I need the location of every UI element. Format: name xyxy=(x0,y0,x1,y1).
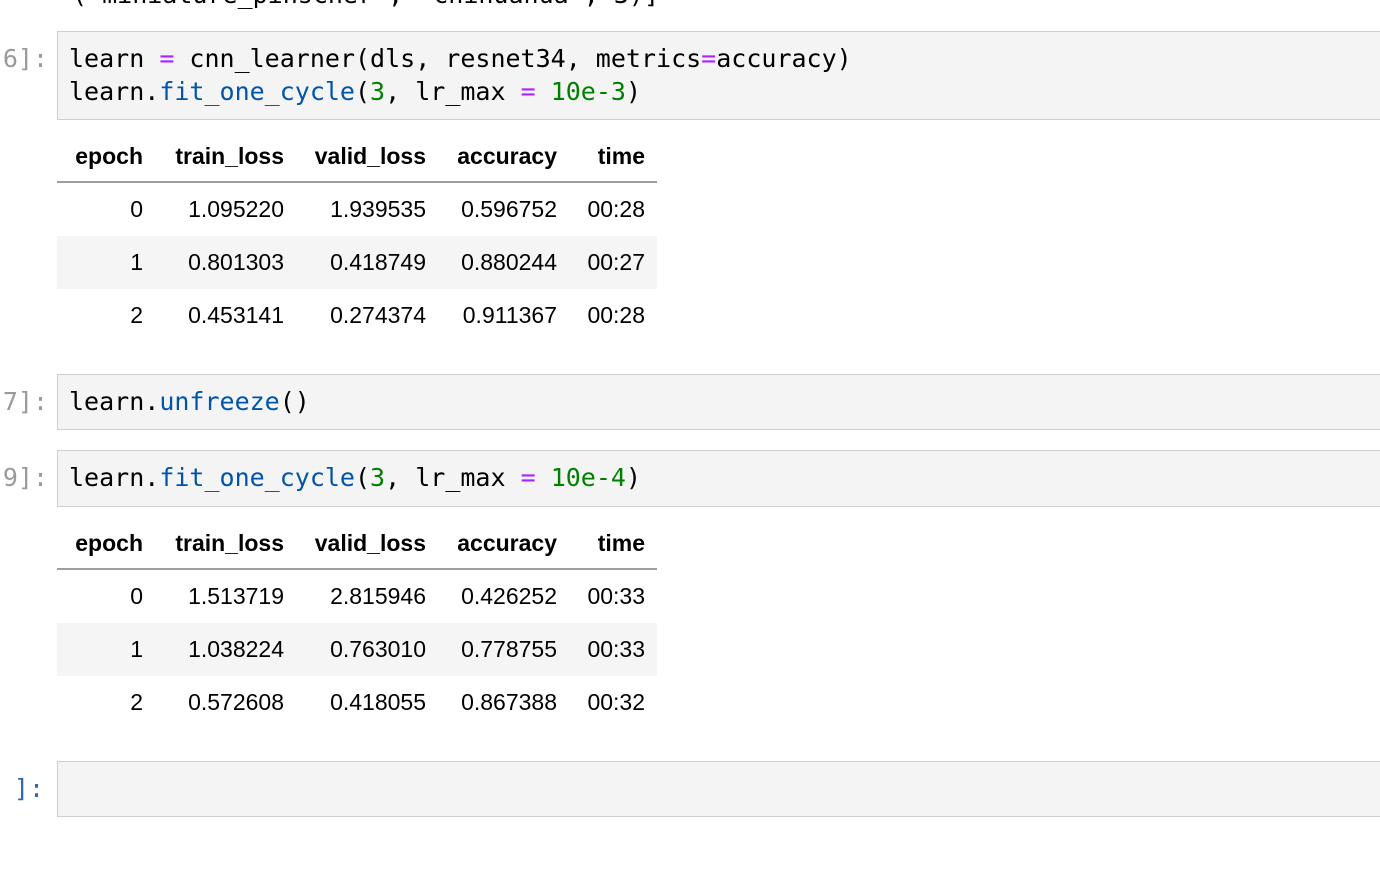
table-row: 1 0.801303 0.418749 0.880244 00:27 xyxy=(57,236,657,289)
code-line: learn.fit_one_cycle(3, lr_max = 10e-3) xyxy=(69,75,1380,108)
code-token: fit_one_cycle xyxy=(159,463,355,492)
training-results-table: epoch train_loss valid_loss accuracy time 0 1.… xyxy=(57,131,657,342)
code-editor[interactable]: learn.unfreeze() xyxy=(57,374,1380,430)
code-token: accuracy) xyxy=(716,44,852,73)
table-header-row: epoch train_loss valid_loss accuracy time xyxy=(57,518,657,570)
table-row: 2 0.453141 0.274374 0.911367 00:28 xyxy=(57,289,657,342)
cell-prompt: 6]: xyxy=(2,44,48,73)
code-token: learn. xyxy=(69,387,160,416)
table-cell-valid-loss: 2.815946 xyxy=(330,583,426,609)
code-editor[interactable] xyxy=(57,761,1380,817)
cell-prompt: ]: xyxy=(13,774,44,803)
code-token: = xyxy=(520,463,536,492)
table-row: 0 1.513719 2.815946 0.426252 00:33 xyxy=(57,569,657,623)
code-token: () xyxy=(279,387,310,416)
column-header-train-loss: train_loss xyxy=(155,518,296,570)
code-line: learn = cnn_learner(dls, resnet34, metri… xyxy=(69,42,1380,75)
table-cell-accuracy: 0.867388 xyxy=(461,689,557,715)
previous-output-line: ('miniature_pinscher', 'chihuahua', 3)] xyxy=(72,0,659,11)
table-cell-epoch: 2 xyxy=(130,689,143,715)
training-results-table: epoch train_loss valid_loss accuracy time 0 1.… xyxy=(57,518,657,729)
table-cell-valid-loss: 0.418055 xyxy=(330,689,426,715)
table-row: 1 1.038224 0.763010 0.778755 00:33 xyxy=(57,623,657,676)
column-header-train-loss: train_loss xyxy=(155,131,296,183)
code-token: ) xyxy=(625,463,642,492)
table-cell-train-loss: 0.453141 xyxy=(188,302,284,328)
table-cell-epoch: 1 xyxy=(57,236,155,289)
column-header-time: time xyxy=(569,131,657,183)
code-token: fit_one_cycle xyxy=(159,77,355,106)
table-cell-valid-loss: 0.274374 xyxy=(330,302,426,328)
table-cell-accuracy: 0.880244 xyxy=(438,236,569,289)
table-cell-time: 00:27 xyxy=(569,236,657,289)
table-cell-accuracy: 0.426252 xyxy=(461,583,557,609)
table-cell-train-loss: 1.513719 xyxy=(188,583,284,609)
code-token: , lr_max xyxy=(385,463,521,492)
table-cell-valid-loss: 0.418749 xyxy=(296,236,438,289)
column-header-epoch: epoch xyxy=(57,131,155,183)
table-cell-epoch: 2 xyxy=(130,302,143,328)
table-header-row: epoch train_loss valid_loss accuracy time xyxy=(57,131,657,183)
column-header-accuracy: accuracy xyxy=(438,131,569,183)
code-token: unfreeze xyxy=(159,387,280,416)
code-token: learn xyxy=(69,44,160,73)
code-line: learn.fit_one_cycle(3, lr_max = 10e-4) xyxy=(69,461,1380,494)
table-cell-accuracy: 0.911367 xyxy=(462,302,557,328)
table-cell-train-loss: 0.801303 xyxy=(155,236,296,289)
column-header-accuracy: accuracy xyxy=(438,518,569,570)
table-cell-time: 00:28 xyxy=(587,196,645,222)
cell-prompt: 7]: xyxy=(2,387,48,416)
table-cell-accuracy: 0.778755 xyxy=(438,623,569,676)
code-token: ) xyxy=(625,77,642,106)
column-header-time: time xyxy=(569,518,657,570)
table-cell-valid-loss: 1.939535 xyxy=(330,196,426,222)
table-cell-train-loss: 1.038224 xyxy=(155,623,296,676)
table-cell-time: 00:33 xyxy=(587,583,645,609)
code-token: 10e-4 xyxy=(550,463,626,492)
cell-prompt: 9]: xyxy=(2,463,48,492)
column-header-epoch: epoch xyxy=(57,518,155,570)
code-token: cnn_learner(dls, resnet34, metrics xyxy=(174,44,702,73)
table-cell-train-loss: 0.572608 xyxy=(188,689,284,715)
table-cell-epoch: 0 xyxy=(130,196,143,222)
table-cell-time: 00:32 xyxy=(587,689,645,715)
code-token: 10e-3 xyxy=(550,77,626,106)
table-cell-time: 00:33 xyxy=(569,623,657,676)
code-editor[interactable]: learn.fit_one_cycle(3, lr_max = 10e-4) xyxy=(57,450,1380,507)
code-token: learn. xyxy=(69,463,160,492)
table-row: 0 1.095220 1.939535 0.596752 00:28 xyxy=(57,182,657,236)
table-cell-train-loss: 1.095220 xyxy=(188,196,284,222)
table-cell-epoch: 1 xyxy=(57,623,155,676)
code-token: , lr_max xyxy=(385,77,521,106)
code-token: 3 xyxy=(370,463,386,492)
code-editor[interactable]: learn = cnn_learner(dls, resnet34, metri… xyxy=(57,31,1380,120)
table-cell-time: 00:28 xyxy=(587,302,645,328)
code-token: = xyxy=(520,77,536,106)
table-cell-accuracy: 0.596752 xyxy=(461,196,557,222)
code-token: = xyxy=(159,44,175,73)
code-token: 3 xyxy=(370,77,386,106)
table-cell-valid-loss: 0.763010 xyxy=(296,623,438,676)
code-token: = xyxy=(701,44,717,73)
code-token: learn. xyxy=(69,77,160,106)
code-token: ( xyxy=(354,463,371,492)
column-header-valid-loss: valid_loss xyxy=(296,518,438,570)
code-token: ( xyxy=(354,77,371,106)
table-cell-epoch: 0 xyxy=(130,583,143,609)
column-header-valid-loss: valid_loss xyxy=(296,131,438,183)
table-row: 2 0.572608 0.418055 0.867388 00:32 xyxy=(57,676,657,729)
code-line: learn.unfreeze() xyxy=(69,385,1380,418)
